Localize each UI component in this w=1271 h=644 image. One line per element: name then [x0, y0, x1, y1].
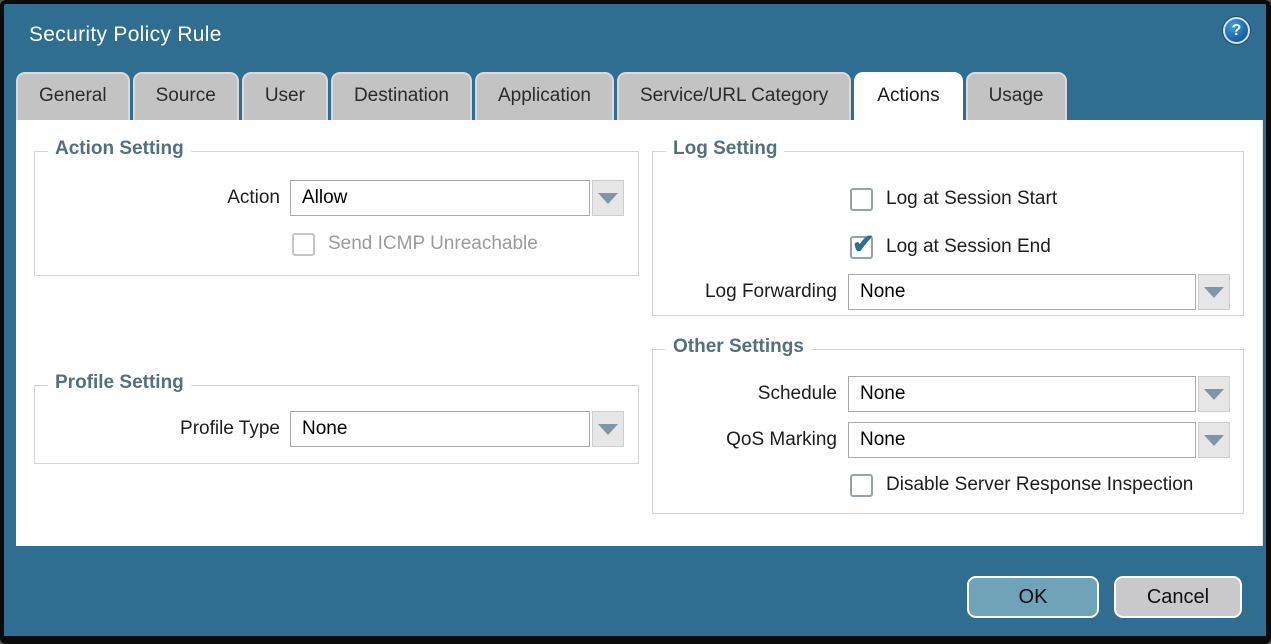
help-icon[interactable]: ?: [1223, 17, 1250, 44]
tab-destination[interactable]: Destination: [331, 72, 472, 120]
profile-type-dropdown[interactable]: None: [290, 411, 624, 447]
disable-server-response-inspection-label: Disable Server Response Inspection: [886, 474, 1193, 496]
tab-general[interactable]: General: [16, 72, 130, 120]
tab-usage[interactable]: Usage: [966, 72, 1067, 120]
tab-actions[interactable]: Actions: [854, 72, 962, 120]
action-setting-group: Action Setting Action Allow Send ICMP Un…: [34, 151, 639, 276]
disable-server-response-inspection-checkbox[interactable]: [850, 474, 873, 497]
action-label: Action: [35, 187, 280, 209]
cancel-button[interactable]: Cancel: [1114, 576, 1242, 618]
profile-setting-legend: Profile Setting: [48, 372, 191, 394]
schedule-dropdown-value[interactable]: None: [848, 376, 1196, 412]
send-icmp-unreachable-row: Send ICMP Unreachable: [292, 231, 538, 257]
tab-service-url-category[interactable]: Service/URL Category: [617, 72, 851, 120]
action-setting-legend: Action Setting: [48, 138, 191, 160]
qos-marking-dropdown[interactable]: None: [848, 422, 1230, 458]
log-session-start-row: Log at Session Start: [850, 186, 1057, 212]
profile-type-dropdown-value[interactable]: None: [290, 411, 590, 447]
schedule-label: Schedule: [653, 383, 837, 405]
log-setting-group: Log Setting Log at Session Start Log at …: [652, 151, 1244, 316]
log-forwarding-dropdown[interactable]: None: [848, 274, 1230, 310]
chevron-down-icon: [1204, 435, 1224, 446]
dialog-title: Security Policy Rule: [29, 23, 222, 47]
log-at-session-start-checkbox[interactable]: [850, 188, 873, 211]
tab-strip: General Source User Destination Applicat…: [16, 72, 1067, 120]
log-at-session-start-label: Log at Session Start: [886, 188, 1057, 210]
other-settings-legend: Other Settings: [666, 336, 811, 358]
security-policy-rule-dialog: Security Policy Rule ? General Source Us…: [0, 0, 1271, 644]
log-forwarding-label: Log Forwarding: [653, 281, 837, 303]
action-dropdown[interactable]: Allow: [290, 180, 624, 216]
send-icmp-unreachable-checkbox: [292, 233, 315, 256]
tab-application[interactable]: Application: [475, 72, 614, 120]
schedule-dropdown-button[interactable]: [1198, 376, 1230, 412]
other-settings-group: Other Settings Schedule None QoS Marking…: [652, 349, 1244, 514]
qos-marking-label: QoS Marking: [653, 429, 837, 451]
tab-source[interactable]: Source: [133, 72, 239, 120]
log-forwarding-dropdown-value[interactable]: None: [848, 274, 1196, 310]
actions-tab-panel: Action Setting Action Allow Send ICMP Un…: [16, 120, 1263, 546]
log-at-session-end-checkbox[interactable]: [850, 236, 873, 259]
qos-marking-dropdown-value[interactable]: None: [848, 422, 1196, 458]
profile-type-label: Profile Type: [35, 418, 280, 440]
action-dropdown-button[interactable]: [592, 180, 624, 216]
log-setting-legend: Log Setting: [666, 138, 784, 160]
profile-type-dropdown-button[interactable]: [592, 411, 624, 447]
action-dropdown-value[interactable]: Allow: [290, 180, 590, 216]
log-session-end-row: Log at Session End: [850, 234, 1051, 260]
send-icmp-unreachable-label: Send ICMP Unreachable: [328, 233, 538, 255]
chevron-down-icon: [1204, 287, 1224, 298]
log-at-session-end-label: Log at Session End: [886, 236, 1051, 258]
schedule-dropdown[interactable]: None: [848, 376, 1230, 412]
qos-marking-dropdown-button[interactable]: [1198, 422, 1230, 458]
ok-button[interactable]: OK: [967, 576, 1099, 618]
chevron-down-icon: [1204, 389, 1224, 400]
dsri-row: Disable Server Response Inspection: [850, 472, 1193, 498]
profile-setting-group: Profile Setting Profile Type None: [34, 385, 639, 464]
tab-user[interactable]: User: [242, 72, 328, 120]
log-forwarding-dropdown-button[interactable]: [1198, 274, 1230, 310]
chevron-down-icon: [598, 424, 618, 435]
chevron-down-icon: [598, 193, 618, 204]
